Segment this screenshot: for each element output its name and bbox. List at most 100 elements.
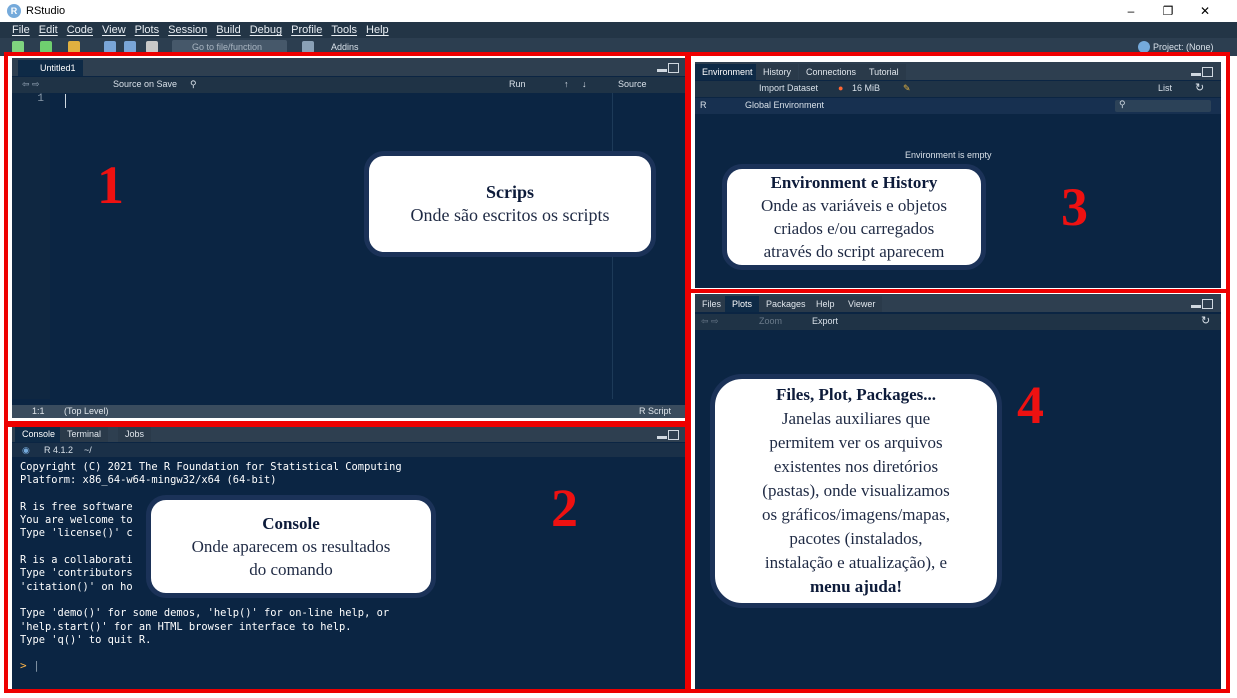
menu-help[interactable]: Help [366,22,389,38]
tab-untitled1[interactable]: Untitled1 [18,60,83,76]
tab-files[interactable]: Files [695,296,729,312]
editor-tabbar: Untitled1 [12,58,685,76]
callout-scripts-title: Scrips [485,182,534,202]
minimize-button[interactable]: – [1113,2,1149,20]
pane-minmax-icon[interactable] [1191,299,1213,309]
tab-help[interactable]: Help [809,296,842,312]
r-logo-icon: ◉ [22,445,30,455]
broom-icon[interactable]: ✎ [903,81,911,95]
line-gutter: 1 [12,93,50,399]
goto-file-input[interactable]: Go to file/function [172,40,287,54]
save-all-icon[interactable] [124,41,136,53]
tab-plots[interactable]: Plots [725,296,760,312]
cursor-position: 1:1 [32,406,45,416]
console-line: Copyright (C) 2021 The R Foundation for … [20,461,402,473]
callout-env-text2: criados e/ou carregados [773,219,935,238]
callout-env-text1: Onde as variáveis e objetos [761,196,947,215]
menu-debug[interactable]: Debug [250,22,282,38]
rstudio-logo-icon: R [7,4,21,18]
env-search-input[interactable]: ⚲ [1115,99,1211,112]
console-line: Platform: x86_64-w64-mingw32/x64 (64-bit… [20,474,277,487]
env-toolbar: Import Dataset ● 16 MiB ✎ List ↻ [695,81,1221,97]
tab-jobs[interactable]: Jobs [118,427,152,442]
tab-history[interactable]: History [756,64,799,80]
prompt-symbol: > [20,659,27,672]
callout-scripts-text: Onde são escritos os scripts [410,205,610,225]
pane-minmax-icon[interactable] [657,63,679,73]
refresh-icon[interactable]: ↻ [1201,314,1210,328]
export-button[interactable]: Export [798,314,838,328]
callout-files-line: existentes nos diretórios [773,457,939,476]
callout-console-text1: Onde aparecem os resultados [191,537,391,556]
zoom-button[interactable]: Zoom [747,314,782,328]
tab-environment[interactable]: Environment [695,64,760,80]
callout-files-line: pacotes (instalados, [789,529,923,548]
refresh-icon[interactable]: ↻ [1195,81,1204,95]
label-number-1: 1 [97,155,124,215]
new-project-icon[interactable] [40,41,52,53]
label-number-2: 2 [551,478,578,538]
console-prompt[interactable]: > | [20,659,40,672]
run-button[interactable]: Run [495,77,526,91]
environment-empty-message: Environment is empty [905,150,992,160]
pane-minmax-icon[interactable] [1191,67,1213,77]
editor-tab-label: Untitled1 [40,63,76,73]
callout-environment: Environment e History Onde as variáveis … [722,164,986,270]
print-icon[interactable] [146,41,158,53]
global-environment-dropdown[interactable]: Global Environment [745,98,824,112]
open-file-icon[interactable] [68,41,80,53]
list-view-dropdown[interactable]: List [1158,81,1172,95]
callout-console-title: Console [262,514,320,533]
menu-file[interactable]: File [12,22,30,38]
working-directory[interactable]: ~/ [84,443,92,457]
files-tabbar: Files Plots Packages Help Viewer [695,294,1221,312]
filetype-indicator[interactable]: R Script [639,405,671,418]
tab-terminal[interactable]: Terminal [60,427,109,442]
new-file-icon[interactable] [12,41,24,53]
menu-code[interactable]: Code [67,22,93,38]
scope-indicator[interactable]: (Top Level) [64,405,109,418]
main-toolbar: Go to file/function Addins Project: (Non… [0,38,1237,56]
addins-menu[interactable]: Addins [331,41,359,53]
menu-build[interactable]: Build [216,22,240,38]
maximize-button[interactable]: ❐ [1150,2,1186,20]
callout-files-line: permitem ver os arquivos [769,433,943,452]
close-button[interactable]: ✕ [1187,2,1223,20]
label-number-4: 4 [1017,375,1044,435]
menu-view[interactable]: View [102,22,126,38]
memory-usage[interactable]: 16 MiB [852,81,880,95]
pane-minmax-icon[interactable] [657,430,679,440]
menu-session[interactable]: Session [168,22,207,38]
callout-files-line: (pastas), onde visualizamos [762,481,950,500]
source-on-save-checkbox[interactable]: Source on Save [99,77,177,91]
callout-env-text3: através do script aparecem [763,242,945,261]
source-button[interactable]: Source [604,77,647,91]
project-menu[interactable]: Project: (None) [1153,41,1214,53]
tab-viewer[interactable]: Viewer [841,296,883,312]
import-dataset-button[interactable]: Import Dataset [745,81,818,95]
menu-tools[interactable]: Tools [331,22,357,38]
tab-tutorial[interactable]: Tutorial [862,64,906,80]
callout-env-title: Environment e History [770,173,938,192]
tab-console[interactable]: Console [15,427,63,442]
down-arrow-icon[interactable]: ↓ [582,77,587,91]
callout-console-text2: do comando [249,560,333,579]
console-line: 'help.start()' for an HTML browser inter… [20,620,352,633]
search-icon: ⚲ [1119,99,1126,109]
line-number: 1 [37,93,44,105]
callout-files-line: instalação e atualização), e [764,553,948,572]
save-icon[interactable] [104,41,116,53]
console-toolbar: ◉ R 4.1.2 ~/ [12,443,685,457]
search-icon[interactable]: ⚲ [190,77,197,91]
tab-connections[interactable]: Connections [799,64,864,80]
text-cursor [65,94,66,108]
menu-profile[interactable]: Profile [291,22,322,38]
tab-packages[interactable]: Packages [759,296,813,312]
language-dropdown[interactable]: R [700,98,707,112]
up-arrow-icon[interactable]: ↑ [564,77,569,91]
menu-edit[interactable]: Edit [39,22,58,38]
workspace-panes-icon[interactable] [302,41,314,53]
back-forward-icon[interactable]: ⇦ ⇨ [22,77,40,91]
menu-plots[interactable]: Plots [135,22,159,38]
back-forward-icon[interactable]: ⇦ ⇨ [701,314,719,328]
